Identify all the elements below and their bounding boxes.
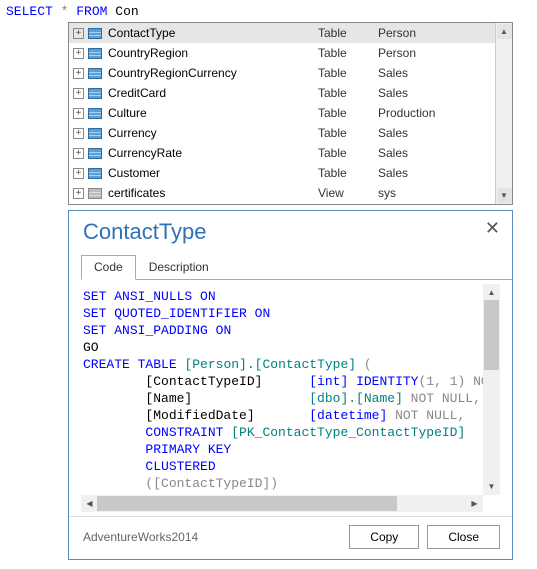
item-name: Currency <box>108 126 318 140</box>
item-type: Table <box>318 26 378 40</box>
code-vertical-scrollbar[interactable]: ▲ ▼ <box>483 284 500 495</box>
code-horizontal-scrollbar[interactable]: ◀ ▶ <box>81 495 483 512</box>
item-schema: Person <box>378 46 495 60</box>
autocomplete-item[interactable]: + CurrencyTableSales <box>69 123 495 143</box>
sql-typed-text: Con <box>115 4 138 19</box>
item-name: Customer <box>108 166 318 180</box>
copy-button[interactable]: Copy <box>349 525 419 549</box>
item-name: CountryRegion <box>108 46 318 60</box>
item-name: ContactType <box>108 26 318 40</box>
item-schema: Sales <box>378 166 495 180</box>
tab-description[interactable]: Description <box>136 255 222 280</box>
item-name: CountryRegionCurrency <box>108 66 318 80</box>
database-name: AdventureWorks2014 <box>83 530 198 544</box>
autocomplete-item[interactable]: + CurrencyRateTableSales <box>69 143 495 163</box>
item-type: View <box>318 186 378 200</box>
item-schema: Sales <box>378 86 495 100</box>
item-name: CreditCard <box>108 86 318 100</box>
autocomplete-popup: +ContactTypeTablePerson+CountryRegionTab… <box>68 22 513 205</box>
scroll-right-icon[interactable]: ▶ <box>467 496 482 511</box>
autocomplete-item[interactable]: + CustomerTableSales <box>69 163 495 183</box>
table-icon <box>88 168 102 179</box>
autocomplete-item[interactable]: + CountryRegionTablePerson <box>69 43 495 63</box>
table-icon <box>88 128 102 139</box>
tab-code[interactable]: Code <box>81 255 136 280</box>
table-icon <box>88 48 102 59</box>
item-type: Table <box>318 126 378 140</box>
scroll-up-icon[interactable]: ▲ <box>497 24 512 39</box>
table-icon <box>88 88 102 99</box>
close-button[interactable]: Close <box>427 525 500 549</box>
autocomplete-item[interactable]: + CreditCardTableSales <box>69 83 495 103</box>
sql-star: * <box>61 4 69 19</box>
expand-icon[interactable]: + <box>73 108 84 119</box>
item-type: Table <box>318 166 378 180</box>
scroll-left-icon[interactable]: ◀ <box>82 496 97 511</box>
view-icon <box>88 188 102 199</box>
code-viewer[interactable]: SET ANSI_NULLS ON SET QUOTED_IDENTIFIER … <box>81 284 483 495</box>
item-schema: Sales <box>378 126 495 140</box>
item-type: Table <box>318 146 378 160</box>
autocomplete-item[interactable]: + CultureTableProduction <box>69 103 495 123</box>
expand-icon[interactable]: + <box>73 188 84 199</box>
item-schema: Sales <box>378 66 495 80</box>
expand-icon[interactable]: + <box>73 88 84 99</box>
item-type: Table <box>318 46 378 60</box>
autocomplete-item[interactable]: + ContactTypeTablePerson <box>69 23 495 43</box>
close-icon[interactable]: ✕ <box>485 219 500 237</box>
expand-icon[interactable]: + <box>73 168 84 179</box>
detail-tabs: Code Description <box>81 255 512 280</box>
expand-icon[interactable]: + <box>73 148 84 159</box>
scroll-up-icon[interactable]: ▲ <box>484 285 499 300</box>
item-schema: Production <box>378 106 495 120</box>
sql-keyword: FROM <box>76 4 107 19</box>
scroll-thumb[interactable] <box>97 496 397 511</box>
item-name: CurrencyRate <box>108 146 318 160</box>
scroll-thumb[interactable] <box>484 300 499 370</box>
autocomplete-rows: +ContactTypeTablePerson+CountryRegionTab… <box>69 23 495 204</box>
scroll-down-icon[interactable]: ▼ <box>484 479 499 494</box>
detail-title: ContactType <box>83 219 207 245</box>
object-detail-popup: ContactType ✕ Code Description SET ANSI_… <box>68 210 513 560</box>
item-type: Table <box>318 66 378 80</box>
item-type: Table <box>318 86 378 100</box>
expand-icon[interactable]: + <box>73 28 84 39</box>
scroll-down-icon[interactable]: ▼ <box>497 188 512 203</box>
item-name: Culture <box>108 106 318 120</box>
sql-keyword: SELECT <box>6 4 53 19</box>
item-type: Table <box>318 106 378 120</box>
item-schema: Sales <box>378 146 495 160</box>
table-icon <box>88 28 102 39</box>
expand-icon[interactable]: + <box>73 48 84 59</box>
item-name: certificates <box>108 186 318 200</box>
expand-icon[interactable]: + <box>73 68 84 79</box>
item-schema: Person <box>378 26 495 40</box>
autocomplete-scrollbar[interactable]: ▲ ▼ <box>495 23 512 204</box>
sql-editor-line[interactable]: SELECT * FROM Con <box>0 0 537 23</box>
item-schema: sys <box>378 186 495 200</box>
table-icon <box>88 68 102 79</box>
autocomplete-item[interactable]: + certificatesViewsys <box>69 183 495 203</box>
autocomplete-item[interactable]: + CountryRegionCurrencyTableSales <box>69 63 495 83</box>
expand-icon[interactable]: + <box>73 128 84 139</box>
table-icon <box>88 148 102 159</box>
table-icon <box>88 108 102 119</box>
